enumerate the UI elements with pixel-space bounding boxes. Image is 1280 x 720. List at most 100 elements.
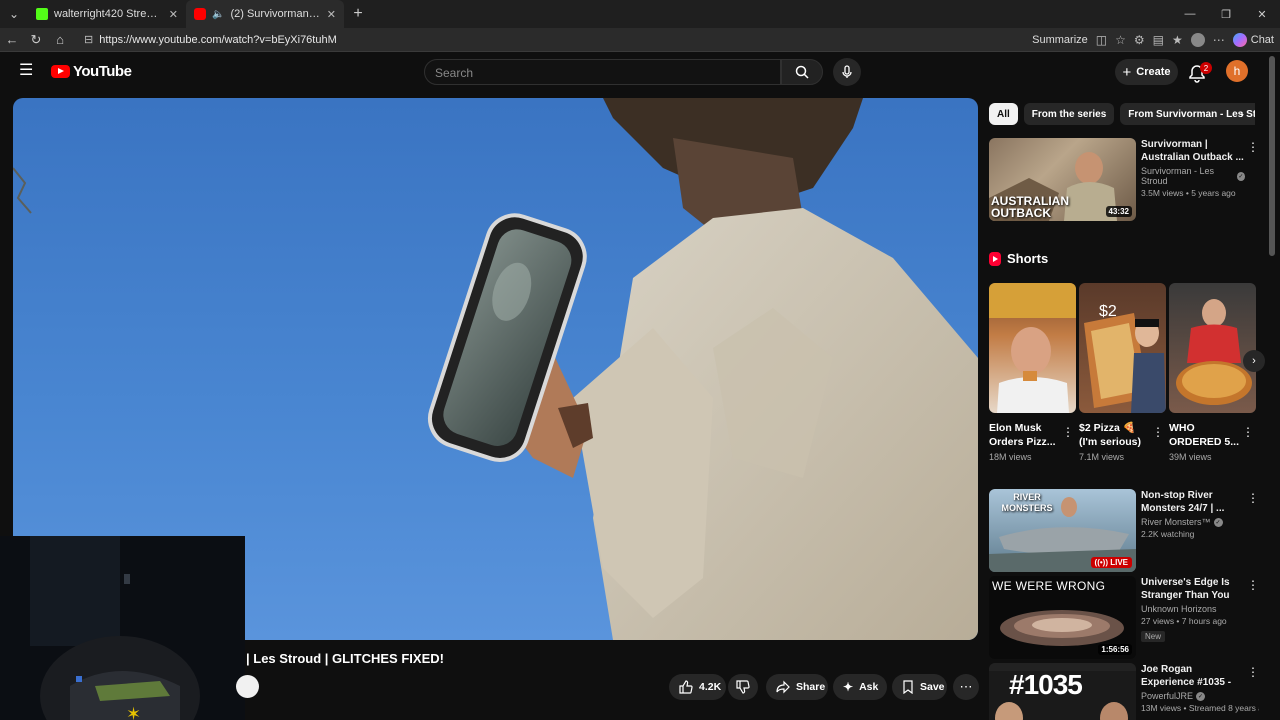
- more-actions-button[interactable]: ⋯: [953, 674, 979, 700]
- more-options-icon[interactable]: ⋮: [1247, 665, 1259, 679]
- recommendation-item[interactable]: #1035 Joe Rogan Experience #1035 - Paul …: [989, 663, 1259, 720]
- search-button[interactable]: [781, 59, 823, 85]
- save-button[interactable]: Save: [892, 674, 947, 700]
- search-input[interactable]: Search: [424, 59, 781, 85]
- chip-all[interactable]: All: [989, 103, 1018, 125]
- youtube-header: ☰ YouTube Search + Create 2 h: [0, 52, 1280, 92]
- split-screen-icon[interactable]: ◫: [1096, 33, 1107, 47]
- collections-icon[interactable]: ▤: [1153, 33, 1164, 47]
- video-thumbnail[interactable]: WE WERE WRONG 1:56:56: [989, 576, 1136, 659]
- channel-name[interactable]: Unknown Horizons: [1141, 604, 1245, 614]
- refresh-icon[interactable]: ↻: [24, 32, 48, 48]
- more-options-icon[interactable]: ⋮: [1247, 491, 1259, 505]
- recommendation-item[interactable]: AUSTRALIAN OUTBACK 43:32 Survivorman | A…: [989, 138, 1259, 222]
- short-title[interactable]: WHO ORDERED 5...: [1169, 421, 1241, 449]
- ask-button[interactable]: ✦ Ask: [833, 674, 887, 700]
- short-title[interactable]: $2 Pizza 🍕 (I'm serious): [1079, 421, 1151, 449]
- recommendation-title[interactable]: Universe's Edge Is Stranger Than You Ca.…: [1141, 576, 1245, 602]
- more-options-icon[interactable]: ⋮: [1062, 425, 1074, 439]
- share-button[interactable]: Share: [766, 674, 828, 700]
- channel-label: River Monsters™: [1141, 517, 1211, 527]
- short-thumbnail[interactable]: $2: [1079, 283, 1166, 413]
- avatar[interactable]: h: [1226, 60, 1248, 82]
- tab-title: (2) Survivorman Kalahari Desert: [230, 8, 320, 20]
- restore-icon[interactable]: ❐: [1208, 0, 1244, 28]
- live-badge: ((•)) LIVE: [1090, 557, 1132, 568]
- page-scrollbar[interactable]: [1269, 56, 1275, 256]
- search-icon: [795, 65, 809, 79]
- create-button[interactable]: + Create: [1115, 59, 1178, 85]
- voice-search-button[interactable]: [833, 58, 861, 86]
- favorites-icon[interactable]: ★: [1172, 33, 1183, 47]
- back-icon[interactable]: ←: [0, 32, 24, 47]
- video-thumbnail[interactable]: #1035: [989, 663, 1136, 720]
- video-meta: 3.5M views • 5 years ago: [1141, 188, 1236, 198]
- sparkle-icon: ✦: [843, 680, 854, 694]
- browser-tab-1[interactable]: walterright420 Stream - Watch Live ✕: [28, 0, 186, 28]
- speaker-icon[interactable]: 🔈: [212, 9, 224, 20]
- close-window-icon[interactable]: ✕: [1244, 0, 1280, 28]
- dislike-button[interactable]: [728, 674, 758, 700]
- short-item[interactable]: WHO ORDERED 5... 39M views ⋮: [1169, 283, 1256, 462]
- ask-label: Ask: [859, 681, 879, 693]
- verified-icon: ✓: [1236, 171, 1245, 181]
- url-text: https://www.youtube.com/watch?v=bEyXi76t…: [99, 33, 337, 46]
- minimize-icon[interactable]: —: [1172, 0, 1208, 28]
- chevron-right-icon[interactable]: ›: [1232, 104, 1252, 124]
- summarize-button[interactable]: Summarize: [1032, 34, 1088, 46]
- verified-icon: ✓: [1196, 691, 1206, 701]
- menu-icon[interactable]: ☰: [19, 63, 33, 79]
- kick-favicon-icon: [36, 8, 48, 20]
- recommendation-title[interactable]: Joe Rogan Experience #1035 - Paul Stamet…: [1141, 663, 1245, 689]
- site-info-icon[interactable]: ⊟: [84, 33, 93, 46]
- browser-tab-2[interactable]: 🔈 (2) Survivorman Kalahari Desert ✕: [186, 0, 344, 28]
- url-field[interactable]: ⊟ https://www.youtube.com/watch?v=bEyXi7…: [78, 30, 1026, 50]
- close-tab-icon[interactable]: ✕: [327, 8, 336, 21]
- more-options-icon[interactable]: ⋮: [1242, 425, 1254, 439]
- tab-actions-menu[interactable]: ⌄: [0, 0, 28, 28]
- like-button[interactable]: 4.2K: [669, 674, 726, 700]
- close-tab-icon[interactable]: ✕: [169, 8, 178, 21]
- notification-count-badge: 2: [1200, 62, 1212, 74]
- recommendation-title[interactable]: Non-stop River Monsters 24/7 | ...: [1141, 489, 1245, 515]
- bookmark-icon: [903, 680, 913, 694]
- video-meta: 13M views • Streamed 8 years ago: [1141, 703, 1259, 713]
- extensions-icon[interactable]: ⚙: [1134, 33, 1145, 47]
- copilot-icon: [1232, 32, 1247, 47]
- home-icon[interactable]: ⌂: [48, 32, 72, 47]
- shorts-title: Shorts: [1007, 251, 1049, 266]
- video-thumbnail[interactable]: AUSTRALIAN OUTBACK 43:32: [989, 138, 1136, 221]
- channel-name[interactable]: PowerfulJRE ✓: [1141, 691, 1245, 701]
- recommendation-item[interactable]: WE WERE WRONG 1:56:56 Universe's Edge Is…: [989, 576, 1259, 660]
- short-thumbnail-image: [1084, 313, 1166, 413]
- short-thumbnail[interactable]: [989, 283, 1076, 413]
- more-options-icon[interactable]: ⋮: [1247, 140, 1259, 154]
- copilot-chat-button[interactable]: Chat: [1232, 32, 1274, 47]
- more-options-icon[interactable]: ⋮: [1247, 578, 1259, 592]
- new-tab-button[interactable]: +: [344, 5, 372, 23]
- channel-name[interactable]: River Monsters™ ✓: [1141, 517, 1245, 527]
- recommendation-title[interactable]: Survivorman | Australian Outback ...: [1141, 138, 1245, 164]
- youtube-logo[interactable]: YouTube: [51, 63, 132, 80]
- chip-from-series[interactable]: From the series: [1023, 103, 1115, 125]
- video-thumbnail[interactable]: RIVER MONSTERS ((•)) LIVE: [989, 489, 1136, 572]
- youtube-play-icon: [51, 65, 70, 78]
- filter-chips: All From the series From Survivorman - L…: [989, 103, 1255, 125]
- short-title[interactable]: Elon Musk Orders Pizz...: [989, 421, 1061, 449]
- short-item[interactable]: $2 $2 Pizza 🍕 (I'm serious) 7.1M views ⋮: [1079, 283, 1166, 462]
- shorts-next-button[interactable]: ›: [1243, 350, 1265, 372]
- profile-icon[interactable]: [1190, 32, 1205, 47]
- save-label: Save: [920, 681, 945, 693]
- short-thumbnail[interactable]: [1169, 283, 1256, 413]
- favorite-star-icon[interactable]: ☆: [1115, 33, 1126, 47]
- more-options-icon[interactable]: ⋮: [1152, 425, 1164, 439]
- short-item[interactable]: Elon Musk Orders Pizz... 18M views ⋮: [989, 283, 1076, 462]
- svg-text:✶: ✶: [126, 704, 141, 720]
- duration-badge: 43:32: [1105, 206, 1132, 217]
- recommendation-item[interactable]: RIVER MONSTERS ((•)) LIVE Non-stop River…: [989, 489, 1259, 573]
- channel-name[interactable]: Survivorman - Les Stroud ✓: [1141, 166, 1245, 186]
- short-thumbnail-image: [1176, 299, 1252, 405]
- more-menu-icon[interactable]: ⋯: [1213, 33, 1225, 47]
- tab-title: walterright420 Stream - Watch Live: [54, 8, 163, 20]
- video-meta: 2.2K watching: [1141, 529, 1195, 539]
